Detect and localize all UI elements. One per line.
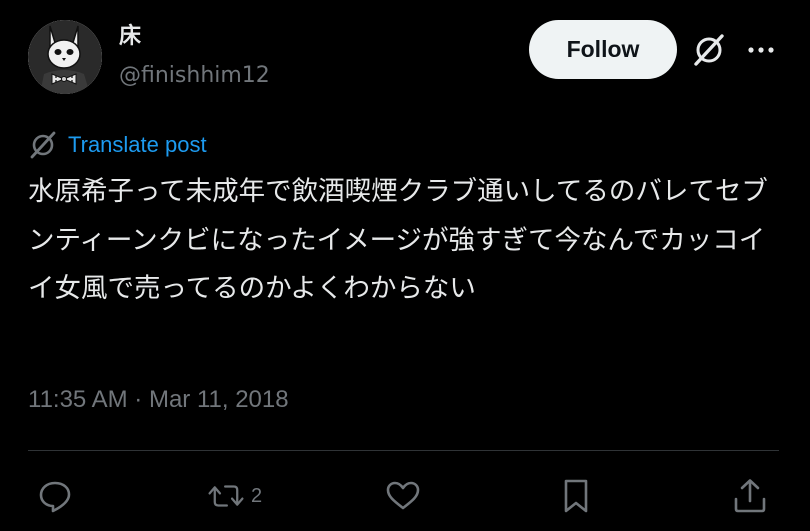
post-text: 水原希子って未成年で飲酒喫煙クラブ通いしてるのバレてセブンティーンクビになったイ… xyxy=(28,176,768,304)
repost-icon xyxy=(208,485,244,507)
post-timestamp[interactable]: 11:35 AM · Mar 11, 2018 xyxy=(28,383,289,417)
translate-post-link[interactable]: Translate post xyxy=(28,129,207,161)
reply-icon xyxy=(39,481,71,513)
more-button[interactable] xyxy=(744,34,778,66)
heart-icon xyxy=(386,481,420,510)
share-button[interactable] xyxy=(731,473,769,519)
repost-count: 2 xyxy=(251,484,263,507)
grok-button[interactable] xyxy=(690,31,728,69)
follow-button[interactable]: Follow xyxy=(529,20,677,79)
repost-button[interactable]: 2 xyxy=(207,473,262,519)
translate-post-label: Translate post xyxy=(68,132,207,157)
avatar[interactable] xyxy=(28,20,102,94)
user-handle[interactable]: @finishhim12 xyxy=(119,60,270,92)
reply-button[interactable] xyxy=(36,473,80,519)
like-button[interactable] xyxy=(384,473,428,519)
more-dots-icon xyxy=(748,47,774,53)
grok-icon xyxy=(694,34,724,66)
bookmark-button[interactable] xyxy=(557,473,595,519)
display-name[interactable]: 床 xyxy=(119,22,141,52)
translate-icon xyxy=(30,131,56,159)
rabbit-mask-avatar-icon xyxy=(28,20,102,94)
divider xyxy=(28,450,779,451)
share-icon xyxy=(734,479,766,513)
bookmark-icon xyxy=(564,479,588,513)
